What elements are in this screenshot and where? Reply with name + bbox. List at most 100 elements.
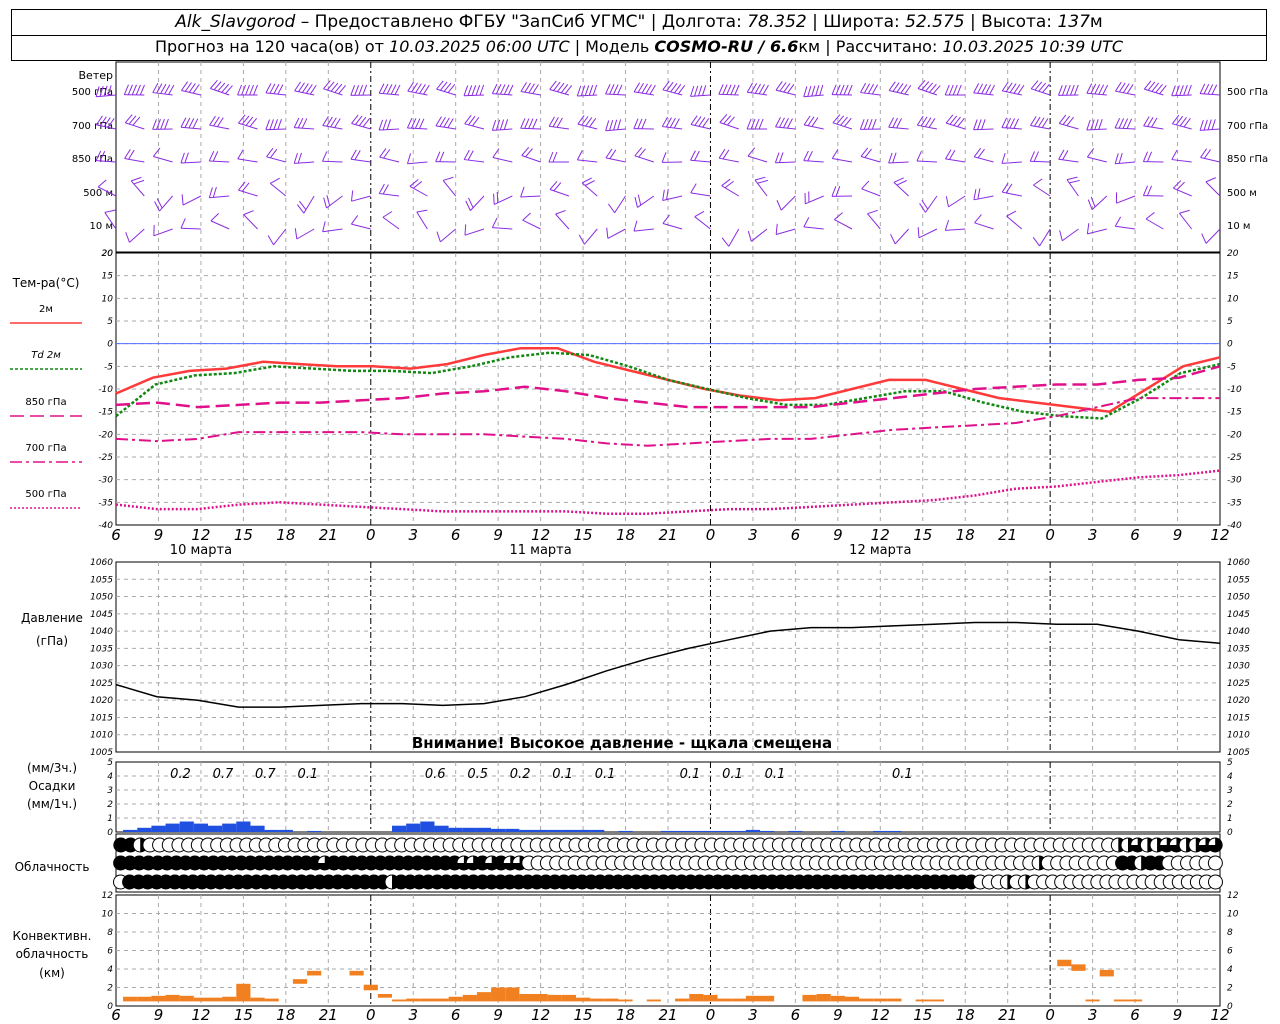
barb-feather [1034, 81, 1043, 91]
barb-feather [1203, 119, 1208, 131]
wind-barb [944, 219, 966, 231]
wind-barb [493, 191, 513, 205]
barb-feather [730, 84, 736, 95]
pressure-warning: Внимание! Высокое давление - щкала смеще… [412, 734, 832, 752]
temp-tick-right: 0 [1227, 340, 1233, 350]
wind-barb [718, 84, 740, 96]
wind-barb [634, 147, 655, 163]
wind-barb [831, 84, 853, 96]
precip-bar [462, 827, 477, 832]
conv-bar [123, 996, 138, 1002]
pressure-tick-left: 1025 [90, 679, 113, 689]
wind-barb [294, 228, 315, 240]
wind-level-label-right: 850 гПа [1227, 154, 1268, 165]
pressure-tick-left: 1020 [90, 696, 113, 706]
conv-bar [406, 998, 421, 1002]
pressure-tick-left: 1040 [90, 627, 113, 637]
wind-barb [181, 81, 202, 96]
pressure-tick-left: 1050 [90, 593, 113, 603]
wind-barb [378, 83, 401, 96]
barb-feather [831, 84, 837, 95]
wind-barb [293, 117, 315, 130]
time-tick-label: 12 [191, 526, 210, 544]
barb-feather [734, 84, 740, 96]
wind-barb [520, 118, 541, 130]
barb-staff [350, 158, 371, 163]
wind-barb [238, 181, 258, 197]
wind-barb [520, 82, 541, 96]
barb-feather [354, 85, 360, 96]
barb-feather [634, 147, 643, 157]
temp-tick-right: 5 [1227, 317, 1233, 327]
wind-barb [323, 80, 346, 96]
barb-staff [1115, 225, 1136, 230]
barb-feather [1187, 84, 1192, 96]
wind-barb [803, 84, 824, 98]
barb-feather [892, 152, 897, 163]
pressure-tick-right: 1010 [1227, 731, 1250, 741]
precip-bar [123, 829, 138, 832]
barb-feather [928, 83, 937, 93]
barb-feather [1057, 85, 1063, 96]
barb-staff [130, 180, 145, 197]
precip-bar [675, 830, 690, 832]
wind-barb [379, 148, 400, 163]
time-tick-label: 15 [574, 526, 593, 544]
barb-feather [722, 84, 728, 95]
time-tick-label: 9 [154, 526, 164, 544]
barb-staff [237, 158, 258, 163]
conv-tick-left: 4 [107, 965, 113, 975]
conv-bar [760, 995, 775, 1002]
barb-feather [338, 85, 346, 95]
barb-feather [1211, 84, 1218, 95]
wind-barb [916, 150, 937, 163]
barb-staff [1058, 158, 1079, 163]
barb-feather [778, 152, 784, 163]
barb-feather [491, 217, 498, 228]
barb-staff [945, 228, 966, 231]
precip-bar [788, 830, 803, 832]
wind-barb [754, 176, 768, 197]
wind-barb [888, 81, 912, 96]
barb-staff [442, 180, 457, 197]
barb-feather [135, 84, 141, 96]
precip-bar [547, 829, 562, 832]
barb-staff [492, 93, 513, 96]
wind-level-label: 500 м [83, 188, 113, 199]
barb-feather [221, 83, 230, 93]
barb-staff [407, 161, 428, 165]
barb-staff [918, 228, 938, 239]
barb-feather [184, 152, 189, 163]
conv-bar [802, 994, 817, 1002]
precip-bar [250, 825, 265, 832]
barb-feather [180, 117, 187, 128]
conv-tick-right: 4 [1227, 965, 1233, 975]
barb-feather [803, 217, 810, 228]
wind-barb [154, 195, 173, 212]
barb-feather [378, 119, 384, 131]
barb-staff [555, 213, 570, 230]
wind-barb [776, 195, 796, 211]
wind-barb [269, 177, 287, 197]
wind-barb [209, 80, 233, 96]
barb-feather [471, 85, 477, 96]
barb-staff [577, 94, 598, 97]
wind-barb [919, 195, 938, 213]
barb-feather [661, 152, 667, 163]
barb-staff [1171, 159, 1192, 163]
wind-level-label-right: 10 м [1227, 221, 1250, 232]
barb-feather [727, 116, 735, 126]
temp-legend-label: 2м [39, 304, 53, 315]
barb-feather [666, 188, 669, 200]
barb-staff [322, 228, 343, 233]
barb-feather [180, 152, 185, 164]
conv-bar [561, 994, 576, 1002]
barb-staff [917, 124, 938, 130]
barb-feather [1102, 84, 1109, 95]
wind-barb [350, 149, 371, 163]
barb-feather [774, 152, 780, 163]
wind-barb [694, 210, 711, 230]
conv-bar [1085, 999, 1100, 1002]
wind-barb [917, 226, 938, 239]
barb-staff [1173, 187, 1192, 197]
